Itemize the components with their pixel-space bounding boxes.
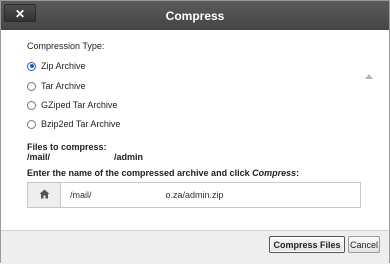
radio-label: Bzip2ed Tar Archive: [41, 119, 121, 129]
home-icon: [39, 186, 50, 204]
archive-path-input[interactable]: /mail/o.za/admin.zip: [61, 183, 360, 207]
radio-button[interactable]: [27, 61, 36, 71]
radio-label: Tar Archive: [41, 81, 86, 91]
radio-label: Zip Archive: [41, 61, 86, 71]
radio-button[interactable]: [27, 81, 36, 91]
files-path-start: /mail/: [27, 152, 51, 162]
radio-gziped-tar-archive[interactable]: GZiped Tar Archive: [27, 98, 117, 112]
files-to-compress-path: /mail/ /admin: [27, 152, 143, 162]
radio-button[interactable]: [27, 100, 36, 110]
dialog-body: Compression Type: Zip Archive Tar Archiv…: [1, 30, 379, 230]
archive-name-instruction: Enter the name of the compressed archive…: [27, 168, 300, 178]
archive-name-field[interactable]: /mail/o.za/admin.zip: [27, 182, 361, 208]
radio-zip-archive[interactable]: Zip Archive: [27, 59, 86, 73]
dialog-scrollbar[interactable]: [362, 70, 377, 230]
dialog-title: Compress: [165, 9, 225, 23]
files-to-compress-heading: Files to compress:: [27, 142, 107, 152]
cancel-button[interactable]: Cancel: [348, 236, 380, 253]
redacted-segment: [50, 153, 115, 162]
home-addon: [28, 183, 61, 207]
scroll-up-icon[interactable]: [365, 74, 373, 79]
compress-files-button[interactable]: Compress Files: [269, 236, 345, 253]
radio-button[interactable]: [27, 119, 36, 129]
dialog-footer: Compress Files Cancel: [1, 230, 389, 264]
files-path-end: /admin: [114, 152, 144, 162]
radio-tar-archive[interactable]: Tar Archive: [27, 79, 86, 93]
radio-label: GZiped Tar Archive: [41, 100, 118, 110]
radio-bzip2ed-tar-archive[interactable]: Bzip2ed Tar Archive: [27, 117, 120, 131]
compression-type-heading: Compression Type:: [27, 41, 105, 51]
dialog-titlebar: ✕ Compress: [1, 1, 389, 30]
compress-dialog: ✕ Compress Compression Type: Zip Archive…: [0, 0, 390, 264]
